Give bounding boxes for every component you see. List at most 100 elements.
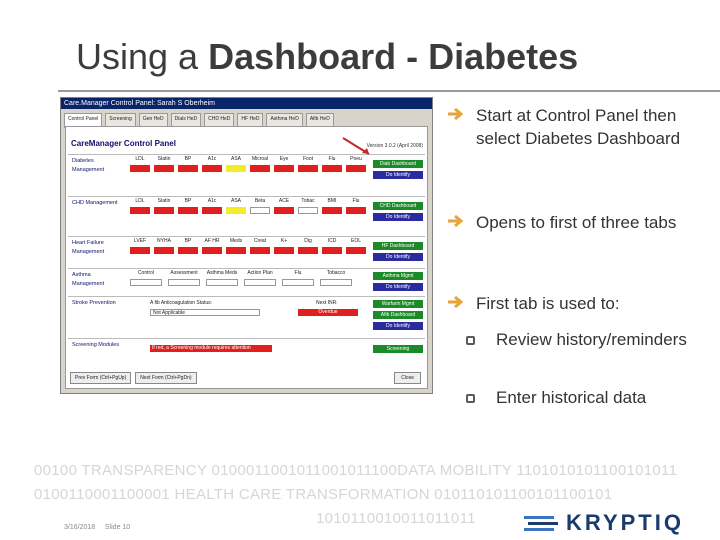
indicator-cell[interactable] xyxy=(130,207,150,214)
row-label: Heart Failure Management xyxy=(72,240,105,255)
sub-bullet-icon xyxy=(466,336,475,345)
asthma-identify-button[interactable]: Do Identify xyxy=(373,283,423,291)
indicator-cell[interactable] xyxy=(346,165,366,172)
indicator-header: Foot xyxy=(302,156,313,162)
indicator-cell[interactable] xyxy=(226,247,246,254)
indicator-header: Statin xyxy=(157,156,171,162)
hf-dashboard-button[interactable]: HF Dashboard xyxy=(373,242,423,250)
control-panel-screenshot: Care.Manager Control Panel: Sarah S Ober… xyxy=(60,97,433,394)
indicator-cell[interactable] xyxy=(322,165,342,172)
indicator-cell[interactable] xyxy=(226,165,246,172)
indicator-header: LDL xyxy=(135,156,145,162)
close-button[interactable]: Close xyxy=(394,372,421,384)
screening-alert: If red, a Screening module requires atte… xyxy=(150,345,272,352)
footer-date: 3/16/2018 xyxy=(64,524,96,531)
row-heart-failure: Heart Failure Management HF Dashboard Do… xyxy=(68,236,425,269)
indicator-header: Dig xyxy=(304,238,312,244)
indicator-cell[interactable] xyxy=(346,207,366,214)
prev-form-button[interactable]: Prev Form (Ctrl+PgUp) xyxy=(70,372,132,384)
row-label: Asthma Management xyxy=(72,272,105,287)
indicator-header: Flu xyxy=(294,270,302,276)
indicator-cell[interactable] xyxy=(320,279,352,286)
indicator-header: EOL xyxy=(350,238,361,244)
indicator-header: Creat xyxy=(253,238,267,244)
indicator-header: Asthma Meds xyxy=(206,270,238,276)
pointer-arrow-icon xyxy=(342,137,370,155)
next-form-button[interactable]: Next Form (Ctrl+PgDn) xyxy=(135,372,197,384)
indicator-cell[interactable] xyxy=(168,279,200,286)
indicator-header: Tobacco xyxy=(326,270,346,276)
hf-identify-button[interactable]: Do Identify xyxy=(373,253,423,261)
indicator-header: Assessment xyxy=(170,270,198,276)
indicator-cell[interactable] xyxy=(244,279,276,286)
warfarin-mgmt-button[interactable]: Warfarin Mgmt xyxy=(373,300,423,308)
indicator-cell[interactable] xyxy=(250,165,270,172)
indicator-cell[interactable] xyxy=(298,207,318,214)
indicator-cell[interactable] xyxy=(202,207,222,214)
indicator-cell[interactable] xyxy=(202,247,222,254)
logo-mark-icon xyxy=(524,516,558,531)
arrow-bullet-icon xyxy=(448,295,464,309)
indicator-cell[interactable] xyxy=(154,247,174,254)
watermark-line-1: 00100 TRANSPARENCY 010001100101100101110… xyxy=(34,462,678,479)
indicator-cell[interactable] xyxy=(274,165,294,172)
indicator-header: Eye xyxy=(279,156,289,162)
indicator-header: AF HR xyxy=(204,238,220,244)
title-divider xyxy=(58,90,720,92)
indicator-cell[interactable] xyxy=(206,279,238,286)
indicator-cell[interactable] xyxy=(322,247,342,254)
row-label: Diabetes Management xyxy=(72,158,105,173)
indicator-cell[interactable] xyxy=(250,247,270,254)
indicator-cell[interactable] xyxy=(282,279,314,286)
indicator-cell[interactable] xyxy=(250,207,270,214)
version-label: Version 3.0.2 (April 2008) xyxy=(366,143,423,149)
indicator-cell[interactable] xyxy=(226,207,246,214)
diab-identify-button[interactable]: Do Identify xyxy=(373,171,423,179)
indicator-cell[interactable] xyxy=(346,247,366,254)
indicator-cell[interactable] xyxy=(130,165,150,172)
arrow-bullet-icon xyxy=(448,214,464,228)
indicator-header: LVEF xyxy=(133,238,147,244)
indicator-cell[interactable] xyxy=(274,207,294,214)
chd-dashboard-button[interactable]: CHD Dashboard xyxy=(373,202,423,210)
overdue-indicator: Overdue xyxy=(298,309,358,316)
asthma-mgmt-button[interactable]: Asthma Mgmt xyxy=(373,272,423,280)
indicator-header: A1c xyxy=(207,198,217,204)
row-chd: CHD Management CHD Dashboard Do Identify… xyxy=(68,196,425,237)
indicator-header: Beta xyxy=(254,198,266,204)
indicator-header: Microal xyxy=(251,156,269,162)
indicator-header: K+ xyxy=(280,238,288,244)
chd-identify-button[interactable]: Do Identify xyxy=(373,213,423,221)
indicator-header: ACE xyxy=(278,198,290,204)
indicator-header: LDL xyxy=(135,198,145,204)
indicator-cell[interactable] xyxy=(178,165,198,172)
row-asthma: Asthma Management Asthma Mgmt Do Identif… xyxy=(68,268,425,297)
indicator-cell[interactable] xyxy=(154,165,174,172)
indicator-cell[interactable] xyxy=(130,247,150,254)
row-screening: Screening Modules If red, a Screening mo… xyxy=(68,338,425,367)
slide-title: Using a Dashboard - Diabetes xyxy=(76,36,579,77)
next-inr-label: Next INR: xyxy=(316,300,338,306)
screening-button[interactable]: Screening xyxy=(373,345,423,353)
indicator-header: Control xyxy=(137,270,155,276)
afib-dashboard-button[interactable]: Afib Dashboard xyxy=(373,311,423,319)
diab-dashboard-button[interactable]: Diab Dashboard xyxy=(373,160,423,168)
indicator-cell[interactable] xyxy=(322,207,342,214)
row-stroke: Stroke Prevention A fib Anticoagulation … xyxy=(68,296,425,339)
row-label: Screening Modules xyxy=(72,342,120,348)
indicator-cell[interactable] xyxy=(154,207,174,214)
afib-identify-button[interactable]: Do Identify xyxy=(373,322,423,330)
indicator-cell[interactable] xyxy=(130,279,162,286)
indicator-cell[interactable] xyxy=(298,247,318,254)
indicator-cell[interactable] xyxy=(202,165,222,172)
panel-footer: Prev Form (Ctrl+PgUp) Next Form (Ctrl+Pg… xyxy=(70,372,197,384)
indicator-cell[interactable] xyxy=(178,247,198,254)
indicator-cell[interactable] xyxy=(274,247,294,254)
indicator-header: Meds xyxy=(229,238,243,244)
indicator-header: ASA xyxy=(230,198,241,204)
panel-heading: CareManager Control Panel xyxy=(71,139,176,148)
indicator-cell[interactable] xyxy=(178,207,198,214)
window-title: Care.Manager Control Panel: Sarah S Ober… xyxy=(61,98,432,109)
indicator-cell[interactable] xyxy=(298,165,318,172)
afib-status-label: A fib Anticoagulation Status: xyxy=(150,300,212,306)
